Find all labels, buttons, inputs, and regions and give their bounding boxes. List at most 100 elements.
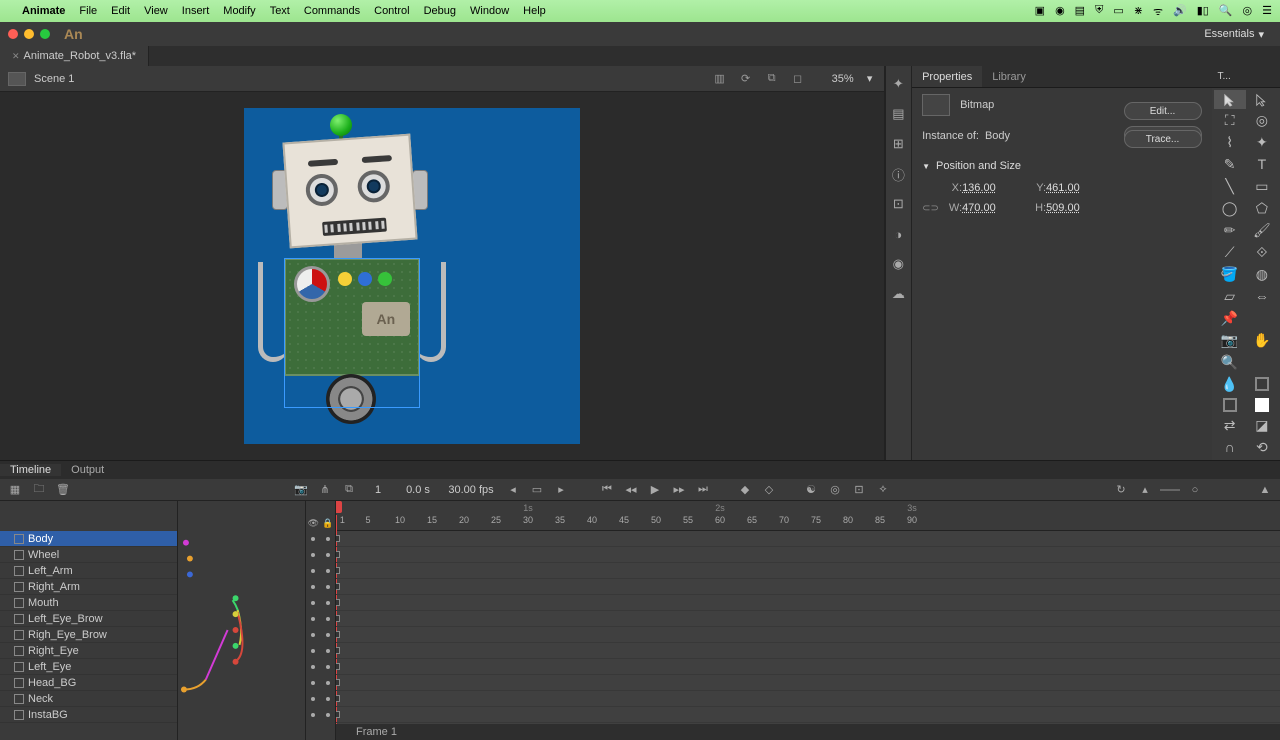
step-back-button[interactable]: ◂◂ — [622, 482, 640, 498]
layer-row[interactable]: Left_Arm — [0, 563, 177, 579]
keyframe[interactable] — [336, 583, 340, 590]
spotlight-icon[interactable]: 🔍 — [1219, 4, 1233, 19]
dock-align-icon[interactable]: ▤ — [890, 106, 906, 122]
frame-row[interactable] — [336, 707, 1280, 723]
dock-swatches-icon[interactable]: ◉ — [890, 256, 906, 272]
menu-file[interactable]: File — [79, 5, 97, 17]
visibility-toggle[interactable] — [311, 681, 315, 685]
zoom-tool[interactable]: 🔍 — [1214, 351, 1246, 373]
status-icon[interactable]: ▣ — [1035, 4, 1045, 19]
keyframe[interactable] — [336, 647, 340, 654]
subselection-tool[interactable] — [1246, 90, 1278, 109]
shield-icon[interactable]: ⛨ — [1095, 4, 1103, 19]
layer-parenting-view[interactable] — [178, 501, 306, 740]
menu-modify[interactable]: Modify — [223, 5, 255, 17]
menu-help[interactable]: Help — [523, 5, 546, 17]
hand-tool[interactable]: ✋ — [1246, 329, 1278, 351]
menu-debug[interactable]: Debug — [424, 5, 456, 17]
visibility-toggle[interactable] — [311, 553, 315, 557]
control-center-icon[interactable]: ☰ — [1262, 4, 1272, 19]
lock-toggle[interactable] — [326, 633, 330, 637]
options-icon[interactable]: ⟲ — [1246, 436, 1278, 458]
clip-content-button[interactable]: ⧉ — [762, 70, 782, 88]
visibility-toggle[interactable] — [311, 601, 315, 605]
fill-swatch-outer[interactable] — [1214, 395, 1246, 414]
delete-layer-button[interactable]: 🗑 — [54, 482, 72, 498]
lock-toggle[interactable] — [326, 713, 330, 717]
modify-markers-icon[interactable]: ⟡ — [874, 482, 892, 498]
ink-bottle-tool[interactable]: ◍ — [1246, 263, 1278, 285]
text-tool[interactable]: T — [1246, 153, 1278, 175]
tab-timeline[interactable]: Timeline — [0, 464, 61, 476]
close-icon[interactable]: ✕ — [12, 51, 20, 62]
fill-swatch[interactable] — [1246, 395, 1278, 414]
new-folder-button[interactable]: 🗀 — [30, 482, 48, 498]
go-first-frame-button[interactable]: ⏮ — [598, 482, 616, 498]
step-back-one-icon[interactable]: ◂ — [504, 482, 522, 498]
default-colors-icon[interactable]: ◪ — [1246, 414, 1278, 436]
eyedropper-tool[interactable]: 💧 — [1214, 373, 1246, 395]
frame-row[interactable] — [336, 563, 1280, 579]
timeline-zoom-out-icon[interactable]: ▴ — [1136, 482, 1154, 498]
bind-tool[interactable]: ⟐ — [1246, 241, 1278, 263]
frame-row[interactable] — [336, 691, 1280, 707]
tab-library[interactable]: Library — [982, 66, 1036, 87]
lock-toggle[interactable] — [326, 553, 330, 557]
visibility-toggle[interactable] — [311, 697, 315, 701]
frame-rate[interactable]: 30.00 fps — [444, 484, 498, 496]
current-frame[interactable]: 1 — [364, 484, 392, 496]
visibility-toggle[interactable] — [311, 633, 315, 637]
menu-control[interactable]: Control — [374, 5, 409, 17]
stage-rotate-button[interactable]: ⟳ — [736, 70, 756, 88]
free-transform-tool[interactable]: ⛶ — [1214, 109, 1246, 131]
layer-parenting-icon[interactable]: ⋔ — [316, 482, 334, 498]
y-value[interactable]: 461.00 — [1046, 182, 1106, 194]
timeline-marker-icon[interactable]: ▭ — [528, 482, 546, 498]
layer-row[interactable]: Neck — [0, 691, 177, 707]
scene-name[interactable]: Scene 1 — [34, 73, 74, 85]
layer-row[interactable]: Body — [0, 531, 177, 547]
edit-button[interactable]: Edit... — [1124, 102, 1202, 120]
stage[interactable]: An — [0, 92, 884, 460]
layer-row[interactable]: Left_Eye — [0, 659, 177, 675]
w-value[interactable]: 470.00 — [962, 202, 1022, 214]
timeline-zoom-fit-icon[interactable]: ▲ — [1256, 482, 1274, 498]
loop-button[interactable]: ↻ — [1112, 482, 1130, 498]
menu-text[interactable]: Text — [270, 5, 290, 17]
asset-warp-tool[interactable]: 📌 — [1214, 307, 1246, 329]
timeline-zoom-handle-icon[interactable]: ○ — [1186, 482, 1204, 498]
visibility-toggle[interactable] — [311, 569, 315, 573]
onion-skin-button[interactable]: ☯ — [802, 482, 820, 498]
keyframe-camera-icon[interactable]: 📷 — [292, 482, 310, 498]
insert-blank-keyframe-icon[interactable]: ◇ — [760, 482, 778, 498]
keyframe[interactable] — [336, 663, 340, 670]
layer-row[interactable]: Left_Eye_Brow — [0, 611, 177, 627]
dock-transform-icon[interactable]: ⊡ — [890, 196, 906, 212]
lock-toggle[interactable] — [326, 697, 330, 701]
lock-toggle[interactable] — [326, 569, 330, 573]
lock-toggle[interactable] — [326, 601, 330, 605]
siri-icon[interactable]: ◎ — [1243, 4, 1253, 19]
keyframe[interactable] — [336, 695, 340, 702]
app-menu[interactable]: Animate — [22, 5, 65, 17]
lock-toggle[interactable] — [326, 681, 330, 685]
dock-tools-icon[interactable]: ✦ — [890, 76, 906, 92]
visibility-toggle[interactable] — [311, 617, 315, 621]
layer-row[interactable]: Right_Arm — [0, 579, 177, 595]
keyframe[interactable] — [336, 615, 340, 622]
keyframe[interactable] — [336, 679, 340, 686]
frame-row[interactable] — [336, 531, 1280, 547]
rectangle-tool[interactable]: ▭ — [1246, 175, 1278, 197]
stroke-swatch[interactable] — [1246, 373, 1278, 395]
frame-row[interactable] — [336, 643, 1280, 659]
menu-insert[interactable]: Insert — [182, 5, 210, 17]
brush-tool[interactable]: 🖌 — [1246, 219, 1278, 241]
scene-icon[interactable] — [8, 72, 26, 86]
status-icon[interactable]: ▤ — [1075, 4, 1085, 19]
pen-tool[interactable]: ✎ — [1214, 153, 1246, 175]
lock-toggle[interactable] — [326, 585, 330, 589]
menu-view[interactable]: View — [144, 5, 168, 17]
paint-bucket-tool[interactable]: 🪣 — [1214, 263, 1246, 285]
width-tool[interactable]: ⇔ — [1246, 285, 1278, 307]
keyframe[interactable] — [336, 599, 340, 606]
